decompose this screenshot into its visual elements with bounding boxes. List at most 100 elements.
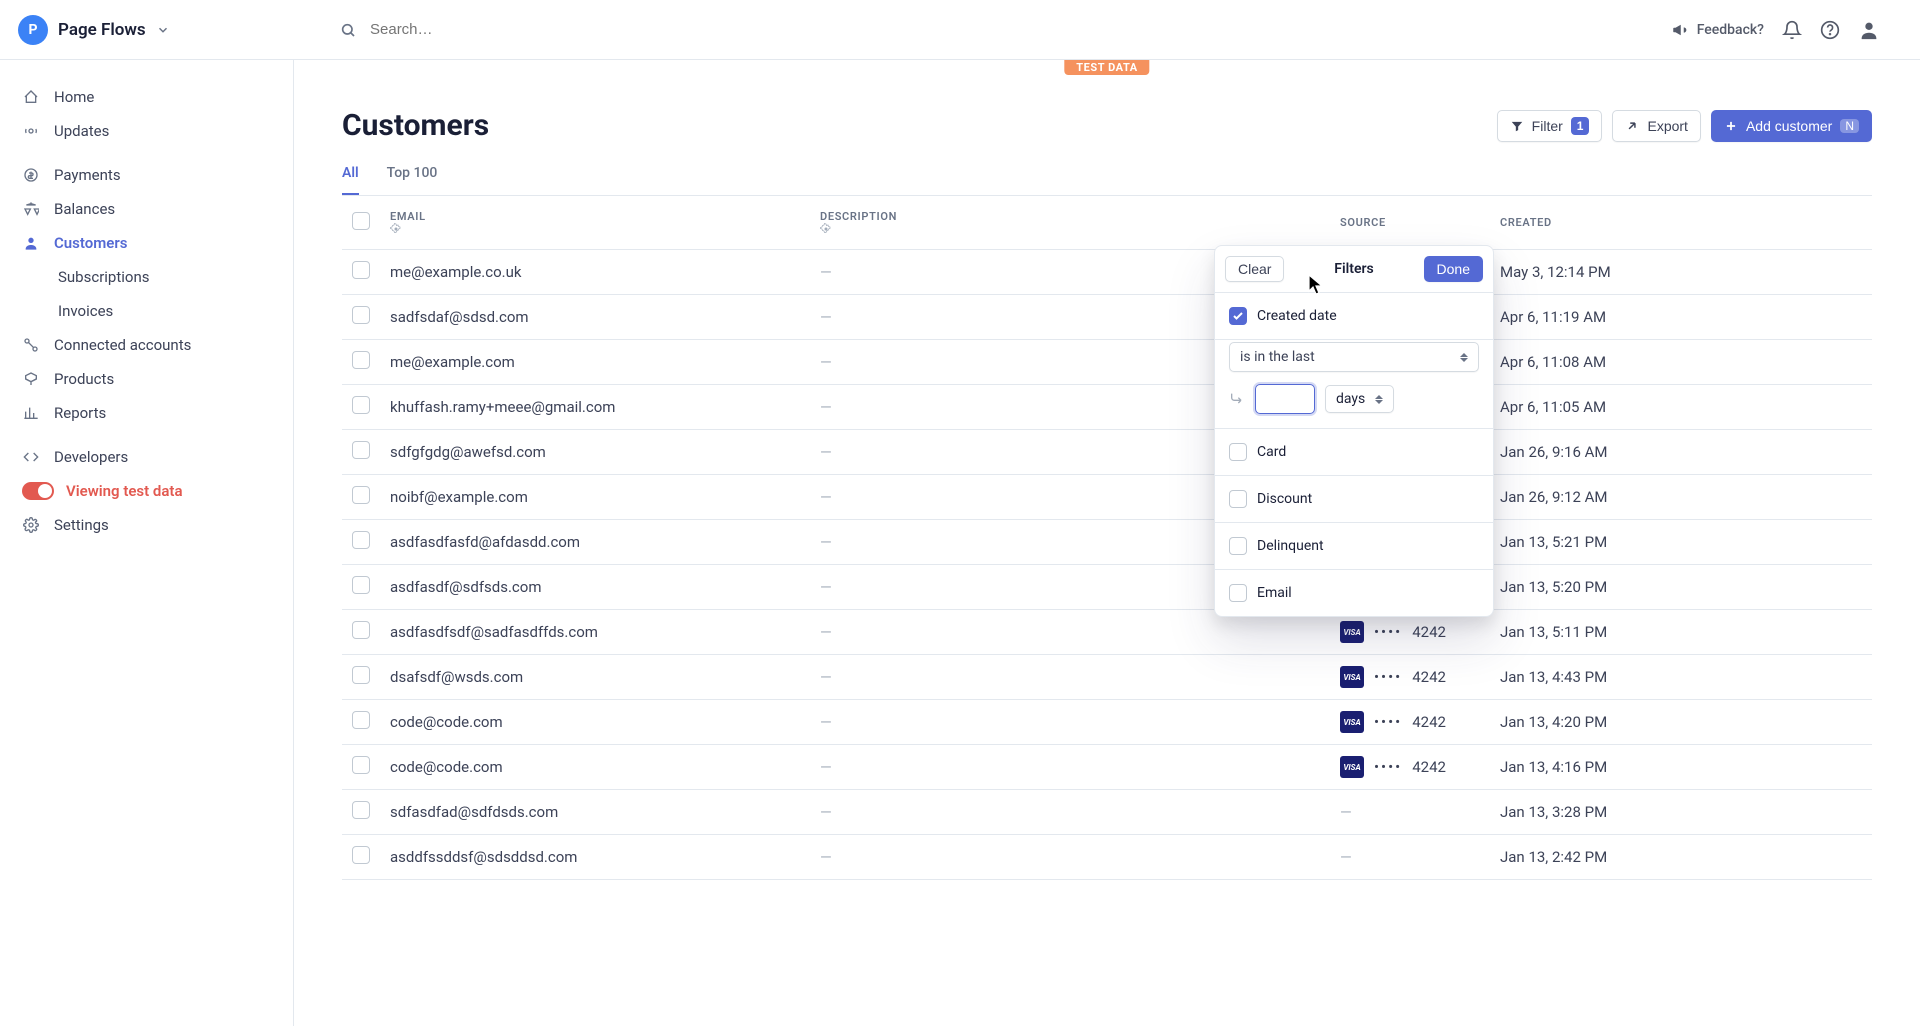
tab-top100[interactable]: Top 100 <box>387 165 438 195</box>
sidebar-item-developers[interactable]: Developers <box>0 440 293 474</box>
cell-created: Jan 13, 2:42 PM <box>1490 835 1872 880</box>
table-row[interactable]: sdfgfgdg@awefsd.com—VISA•••• 4242Jan 26,… <box>342 430 1872 475</box>
sidebar-item-subscriptions[interactable]: Subscriptions <box>0 260 293 294</box>
sidebar-item-products[interactable]: Products <box>0 362 293 396</box>
sidebar-item-home[interactable]: Home <box>0 80 293 114</box>
cell-created: Jan 13, 5:11 PM <box>1490 610 1872 655</box>
row-checkbox[interactable] <box>352 441 370 459</box>
sidebar-item-customers[interactable]: Customers <box>0 226 293 260</box>
description-column-header[interactable]: DESCRIPTION <box>820 210 897 223</box>
row-checkbox[interactable] <box>352 756 370 774</box>
checkbox-icon[interactable] <box>1229 584 1247 602</box>
created-column-header[interactable]: CREATED <box>1490 196 1872 250</box>
cell-email: asdfasdf@sdfsds.com <box>380 565 810 610</box>
operator-value: is in the last <box>1240 349 1315 365</box>
payments-icon <box>22 167 40 183</box>
row-checkbox[interactable] <box>352 396 370 414</box>
cell-created: Jan 13, 4:20 PM <box>1490 700 1872 745</box>
help-icon[interactable] <box>1820 20 1840 40</box>
add-customer-button[interactable]: Add customer N <box>1711 110 1872 142</box>
row-checkbox[interactable] <box>352 486 370 504</box>
done-button[interactable]: Done <box>1424 256 1483 282</box>
filter-button[interactable]: Filter 1 <box>1497 110 1603 142</box>
cell-email: me@example.com <box>380 340 810 385</box>
sidebar-item-label: Reports <box>54 404 106 422</box>
cell-email: sdfgfgdg@awefsd.com <box>380 430 810 475</box>
table-row[interactable]: code@code.com—VISA•••• 4242Jan 13, 4:16 … <box>342 745 1872 790</box>
filter-row-delinquent[interactable]: Delinquent <box>1215 523 1493 570</box>
table-row[interactable]: asddfssddsf@sdsddsd.com——Jan 13, 2:42 PM <box>342 835 1872 880</box>
clear-button[interactable]: Clear <box>1225 256 1284 282</box>
table-row[interactable]: dsafsdf@wsds.com—VISA•••• 4242Jan 13, 4:… <box>342 655 1872 700</box>
megaphone-icon <box>1671 21 1689 39</box>
row-checkbox[interactable] <box>352 576 370 594</box>
popover-title: Filters <box>1334 261 1373 277</box>
table-row[interactable]: code@code.com—VISA•••• 4242Jan 13, 4:20 … <box>342 700 1872 745</box>
gear-icon[interactable] <box>820 223 1320 235</box>
filter-row-card[interactable]: Card <box>1215 429 1493 476</box>
balances-icon <box>22 201 40 217</box>
cell-description: — <box>810 835 1330 880</box>
sidebar-item-label: Settings <box>54 516 109 534</box>
checkbox-icon[interactable] <box>1229 490 1247 508</box>
sidebar-item-label: Developers <box>54 448 128 466</box>
cell-created: Jan 13, 4:16 PM <box>1490 745 1872 790</box>
notifications-icon[interactable] <box>1782 20 1802 40</box>
sidebar-item-reports[interactable]: Reports <box>0 396 293 430</box>
filter-row-created-date[interactable]: Created date <box>1215 293 1493 340</box>
table-row[interactable]: sadfsdaf@sdsd.com—VISA•••• 4242Apr 6, 11… <box>342 295 1872 340</box>
sidebar-item-invoices[interactable]: Invoices <box>0 294 293 328</box>
table-row[interactable]: noibf@example.com—VISA•••• 4242Jan 26, 9… <box>342 475 1872 520</box>
table-row[interactable]: khuffash.ramy+meee@gmail.com—VISA•••• 42… <box>342 385 1872 430</box>
checkbox-icon[interactable] <box>1229 537 1247 555</box>
table-row[interactable]: asdfasdf@sdfsds.com—VISA•••• 4242Jan 13,… <box>342 565 1872 610</box>
profile-icon[interactable] <box>1858 19 1880 41</box>
sidebar-item-label: Home <box>54 88 94 106</box>
table-row[interactable]: asdfasdfsdf@sadfasdffds.com—VISA•••• 424… <box>342 610 1872 655</box>
tab-all[interactable]: All <box>342 165 359 195</box>
gear-icon[interactable] <box>390 223 800 235</box>
row-checkbox[interactable] <box>352 846 370 864</box>
select-all-checkbox[interactable] <box>352 212 370 230</box>
export-button[interactable]: Export <box>1612 110 1700 142</box>
table-row[interactable]: sdfasdfad@sdfdsds.com——Jan 13, 3:28 PM <box>342 790 1872 835</box>
brand-selector[interactable]: P Page Flows <box>0 0 294 59</box>
filter-label: Card <box>1257 444 1286 460</box>
table-row[interactable]: asdfasdfasfd@afdasdd.com—VISA•••• 4242Ja… <box>342 520 1872 565</box>
row-checkbox[interactable] <box>352 666 370 684</box>
date-amount-input[interactable] <box>1255 384 1315 414</box>
filter-icon <box>1510 119 1524 133</box>
table-row[interactable]: me@example.com—VISA•••• 4242Apr 6, 11:08… <box>342 340 1872 385</box>
sidebar-item-balances[interactable]: Balances <box>0 192 293 226</box>
filter-row-email[interactable]: Email <box>1215 570 1493 616</box>
checkbox-icon[interactable] <box>1229 443 1247 461</box>
sidebar-item-updates[interactable]: Updates <box>0 114 293 148</box>
row-checkbox[interactable] <box>352 261 370 279</box>
feedback-button[interactable]: Feedback? <box>1671 21 1764 39</box>
customers-icon <box>22 235 40 251</box>
sidebar-item-settings[interactable]: Settings <box>0 508 293 542</box>
export-label: Export <box>1647 118 1687 134</box>
checkbox-checked-icon[interactable] <box>1229 307 1247 325</box>
add-customer-label: Add customer <box>1746 118 1832 134</box>
row-checkbox[interactable] <box>352 621 370 639</box>
row-checkbox[interactable] <box>352 306 370 324</box>
filter-row-discount[interactable]: Discount <box>1215 476 1493 523</box>
brand-name: Page Flows <box>58 20 146 40</box>
row-checkbox[interactable] <box>352 801 370 819</box>
operator-select[interactable]: is in the last <box>1229 342 1479 372</box>
source-column-header[interactable]: SOURCE <box>1330 196 1490 250</box>
cell-created: May 3, 12:14 PM <box>1490 250 1872 295</box>
cell-created: Jan 13, 3:28 PM <box>1490 790 1872 835</box>
row-checkbox[interactable] <box>352 711 370 729</box>
email-column-header[interactable]: EMAIL <box>390 210 426 223</box>
sidebar-item-test-toggle[interactable]: Viewing test data <box>0 474 293 508</box>
unit-select[interactable]: days <box>1325 385 1394 413</box>
sidebar-item-payments[interactable]: Payments <box>0 158 293 192</box>
row-checkbox[interactable] <box>352 351 370 369</box>
search-input[interactable] <box>370 21 970 38</box>
sidebar-item-connected[interactable]: Connected accounts <box>0 328 293 362</box>
table-row[interactable]: me@example.co.uk—VISA•••• 4242May 3, 12:… <box>342 250 1872 295</box>
page-title: Customers <box>342 108 489 143</box>
row-checkbox[interactable] <box>352 531 370 549</box>
